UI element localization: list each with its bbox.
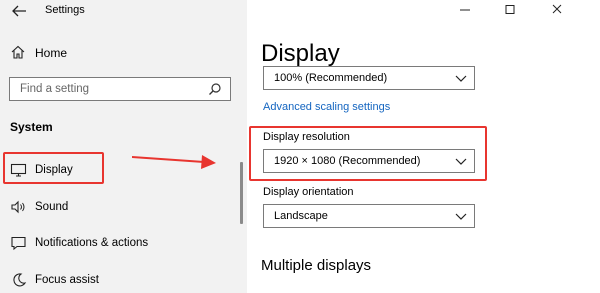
sidebar-item-label: Sound	[35, 201, 69, 213]
sidebar-item-label: Notifications & actions	[35, 237, 149, 249]
sidebar-item-sound[interactable]: Sound	[10, 199, 230, 217]
notification-icon	[11, 236, 26, 251]
home-icon	[11, 45, 25, 59]
sidebar-scrollbar[interactable]	[240, 162, 243, 224]
sidebar-item-label: Focus assist	[35, 274, 99, 286]
minimize-icon	[460, 9, 470, 11]
chevron-down-icon	[455, 213, 467, 220]
section-title-system: System	[10, 120, 53, 134]
settings-sidebar: Settings Home Find a setting System Disp…	[0, 0, 247, 293]
chevron-down-icon	[455, 75, 467, 82]
sidebar-item-focus-assist[interactable]: Focus assist	[10, 272, 230, 290]
back-arrow-icon	[12, 5, 26, 17]
display-highlight-box	[3, 152, 104, 184]
search-icon	[209, 83, 221, 95]
nav-home-label: Home	[35, 46, 68, 60]
page-title: Display	[261, 40, 340, 67]
orientation-value: Landscape	[274, 210, 328, 222]
scaling-dropdown[interactable]: 100% (Recommended)	[263, 66, 475, 90]
display-settings-pane: Display 100% (Recommended) Advanced scal…	[247, 0, 600, 293]
multiple-displays-heading: Multiple displays	[261, 257, 372, 274]
orientation-label: Display orientation	[263, 186, 354, 198]
search-placeholder: Find a setting	[20, 83, 90, 95]
close-icon	[552, 4, 562, 14]
advanced-scaling-link[interactable]: Advanced scaling settings	[263, 101, 390, 113]
minimize-button[interactable]	[450, 0, 480, 20]
app-title: Settings	[45, 4, 85, 16]
scaling-value: 100% (Recommended)	[274, 72, 388, 84]
annotation-arrow-icon	[132, 155, 216, 169]
sidebar-item-notifications[interactable]: Notifications & actions	[10, 235, 230, 253]
moon-icon	[13, 273, 27, 287]
nav-home[interactable]: Home	[10, 44, 210, 62]
maximize-icon	[505, 5, 515, 14]
speaker-icon	[11, 200, 25, 214]
close-button[interactable]	[542, 0, 572, 20]
back-button[interactable]	[10, 3, 28, 19]
maximize-button[interactable]	[495, 0, 525, 20]
resolution-highlight-box	[249, 126, 487, 181]
orientation-dropdown[interactable]: Landscape	[263, 204, 475, 228]
search-input[interactable]: Find a setting	[9, 77, 231, 101]
window-controls	[450, 0, 600, 20]
